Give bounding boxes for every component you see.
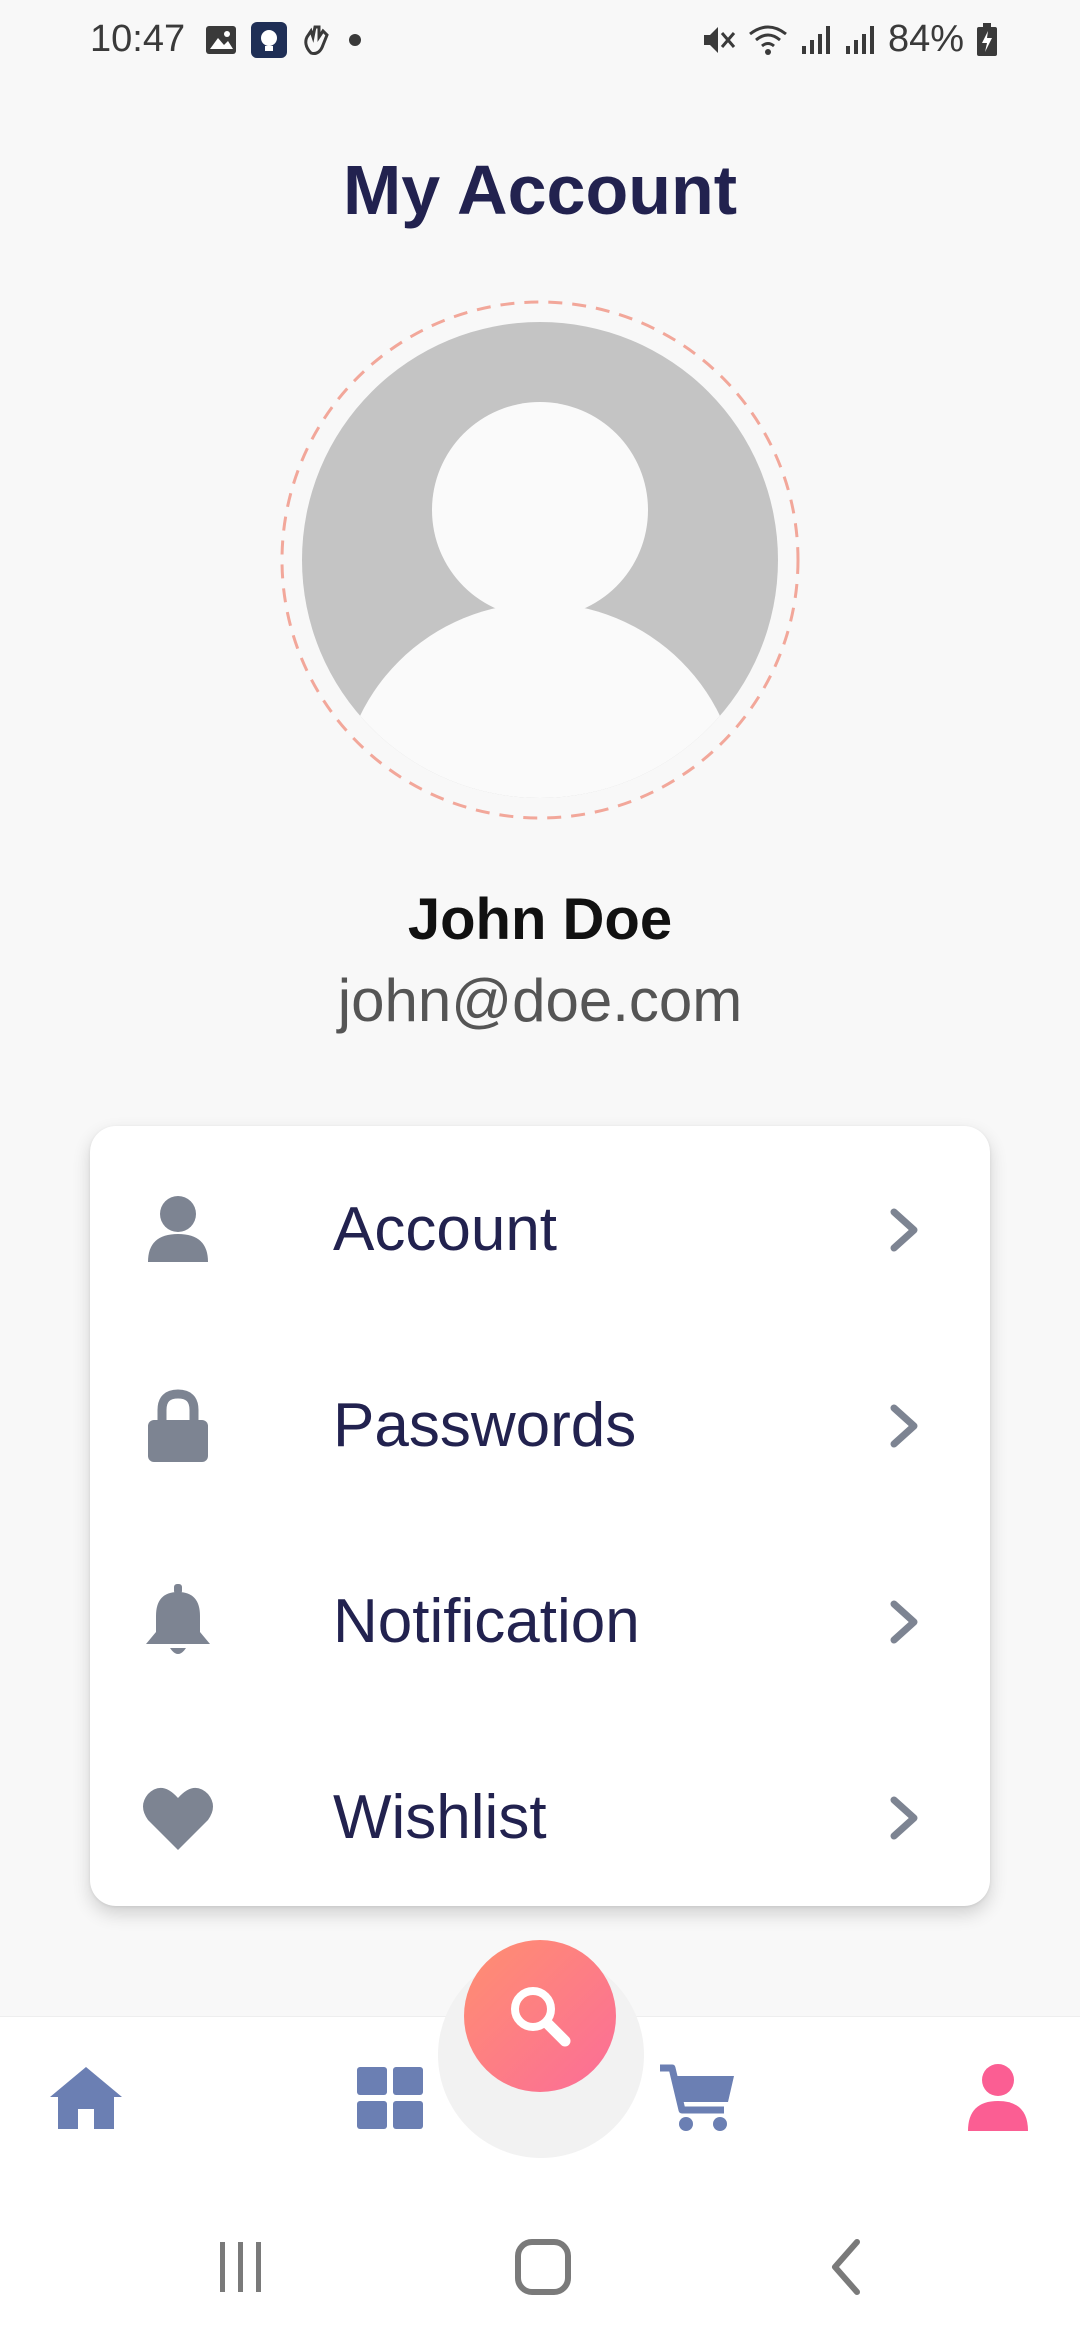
nav-account-button[interactable] bbox=[956, 2056, 1040, 2140]
signal-icon bbox=[845, 25, 874, 54]
chevron-right-icon bbox=[890, 1208, 918, 1252]
avatar[interactable] bbox=[278, 298, 802, 822]
battery-percent: 84% bbox=[887, 18, 964, 60]
status-right: 84% bbox=[700, 18, 998, 61]
chevron-right-icon bbox=[890, 1796, 918, 1840]
gesture-icon bbox=[304, 25, 329, 55]
home-icon bbox=[50, 2067, 122, 2129]
chevron-right-icon bbox=[890, 1404, 918, 1448]
cart-icon bbox=[660, 2064, 734, 2131]
menu-item-account[interactable]: Account bbox=[90, 1126, 990, 1322]
grid-icon bbox=[357, 2067, 423, 2129]
home-system-button[interactable] bbox=[508, 2234, 578, 2300]
menu-item-passwords[interactable]: Passwords bbox=[90, 1322, 990, 1518]
back-icon bbox=[832, 2239, 860, 2295]
heart-icon bbox=[143, 1787, 213, 1850]
menu-label-passwords: Passwords bbox=[333, 1391, 637, 1460]
user-icon bbox=[148, 1196, 208, 1262]
lock-icon bbox=[148, 1389, 208, 1462]
wifi-icon bbox=[749, 25, 787, 55]
menu-label-notification: Notification bbox=[333, 1587, 640, 1656]
menu-item-notification[interactable]: Notification bbox=[90, 1518, 990, 1714]
status-time: 10:47 bbox=[90, 18, 186, 60]
search-fab-button[interactable] bbox=[464, 1940, 616, 2092]
signal-icon bbox=[801, 25, 830, 54]
app-notification-icon bbox=[251, 22, 287, 58]
nav-home-button[interactable] bbox=[44, 2056, 128, 2140]
chevron-right-icon bbox=[890, 1600, 918, 1644]
account-menu-card: Account Passwords Notification Wishlist bbox=[90, 1126, 990, 1906]
status-notification-icons bbox=[205, 22, 363, 58]
mute-icon bbox=[703, 26, 736, 53]
user-icon bbox=[968, 2064, 1028, 2131]
search-icon bbox=[511, 1987, 571, 2047]
home-button-icon bbox=[515, 2239, 571, 2295]
back-button[interactable] bbox=[812, 2234, 882, 2300]
bell-icon bbox=[146, 1584, 210, 1654]
status-bar: 10:47 84% bbox=[0, 0, 1080, 84]
battery-charging-icon bbox=[977, 22, 997, 56]
dot-icon bbox=[349, 34, 361, 46]
system-nav-bar bbox=[0, 2194, 1080, 2340]
menu-label-wishlist: Wishlist bbox=[333, 1783, 547, 1852]
nav-cart-button[interactable] bbox=[656, 2056, 740, 2140]
recent-apps-button[interactable] bbox=[206, 2234, 276, 2300]
nav-categories-button[interactable] bbox=[348, 2056, 432, 2140]
recent-apps-icon bbox=[220, 2242, 261, 2292]
default-user-avatar-icon bbox=[280, 300, 800, 820]
page-title: My Account bbox=[342, 151, 738, 229]
user-email: john@doe.com bbox=[337, 967, 743, 1034]
menu-item-wishlist[interactable]: Wishlist bbox=[90, 1714, 990, 1910]
menu-label-account: Account bbox=[333, 1195, 558, 1264]
image-icon bbox=[206, 26, 236, 54]
user-name: John Doe bbox=[407, 887, 673, 952]
